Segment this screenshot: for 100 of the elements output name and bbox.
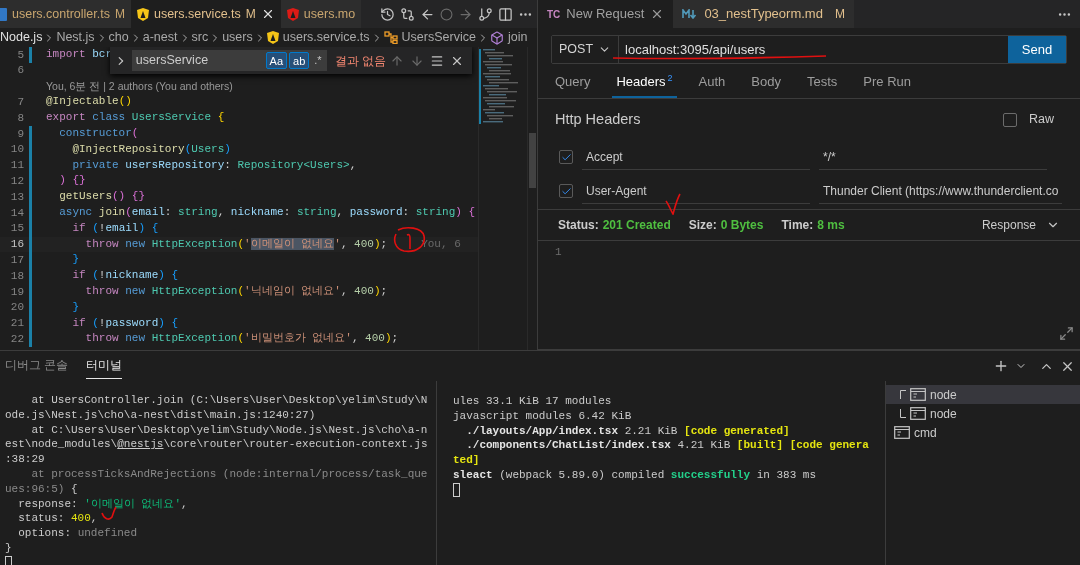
header-name-field[interactable]: User-Agent (582, 178, 810, 204)
line-number: 12 (9, 174, 24, 190)
client-tab[interactable]: TC New Request (538, 0, 674, 28)
terminal-line: ules 33.1 KiB 17 modules (453, 394, 612, 409)
line-number: 6 (16, 63, 24, 79)
code-line: async join(email: string, nickname: string, password: string) { (58, 204, 476, 220)
line-number: 17 (9, 253, 24, 268)
breadcrumb-item[interactable]: cho (108, 28, 129, 47)
code-line: private usersRepository: Repository<Users>, (71, 157, 357, 173)
tab-label: New Request (566, 5, 645, 24)
line-number: 19 (9, 284, 24, 300)
code-line: throw new HttpException('이메일이 없네요', 400); (84, 236, 388, 252)
code-line: getUsers() {} (58, 189, 146, 205)
header-value-field[interactable]: */* (819, 144, 1047, 170)
status-label: Size: (688, 217, 717, 234)
line-number: 5 (16, 47, 24, 63)
status-value: 8 ms (817, 217, 845, 234)
line-number: 11 (9, 158, 24, 174)
terminal-line: response: '이메일이 없네요', (17, 496, 188, 512)
tab-label: 03_nestTypeorm.md (704, 5, 823, 24)
request-tab[interactable]: Tests (806, 71, 838, 98)
terminal-line: ./components/ChatList/index.tsx 4.21 KiB [built] [code genera (465, 438, 869, 454)
terminal-line: javascript modules 6.42 KiB (453, 408, 632, 424)
tab-label: users.service.ts (153, 5, 241, 23)
terminal-line: at processTicksAndRejections (node:internal/process/task_que (30, 467, 428, 482)
terminal-list-item[interactable]: node (886, 404, 1080, 423)
terminal-line: :38:29 (5, 452, 45, 467)
status-label: Time: (781, 217, 814, 234)
client-tab[interactable]: 03_nestTypeorm.md M (673, 0, 854, 28)
terminal-line: at UsersController.join (C:\Users\User\Desktop\yelim\Study\N (30, 393, 428, 408)
line-number: 16 (9, 237, 24, 253)
code-line: } (71, 299, 79, 315)
request-tab[interactable]: Pre Run (863, 71, 911, 98)
find-option-toggle[interactable]: .* (311, 52, 325, 69)
raw-label: Raw (1029, 111, 1054, 129)
editor-tab[interactable]: users.controller.ts M (0, 0, 131, 28)
breadcrumb-item[interactable]: join (507, 28, 528, 47)
tab-label: users.mo (303, 5, 356, 23)
line-number: 18 (9, 268, 24, 284)
line-number: 20 (9, 300, 24, 316)
code-line: export class UsersService { (46, 110, 225, 126)
find-input[interactable]: usersService Aa ab .* (131, 50, 327, 71)
terminal-line: options: undefined (17, 526, 138, 541)
terminal-line: at C:\Users\User\Desktop\yelim\Study\Node.js\Nest.js\cho\a-n (30, 422, 428, 438)
terminal-line: ./layouts/App/index.tsx 2.21 KiB [code generated] (465, 423, 790, 439)
editor-tab[interactable]: users.service.ts M (130, 0, 281, 28)
line-number: 13 (9, 189, 24, 205)
breadcrumb-item[interactable]: a-nest (142, 28, 178, 47)
terminal-line: ues:96:5) { (5, 481, 78, 497)
line-number: 1 (554, 245, 563, 260)
find-option-toggle[interactable]: Aa (265, 52, 288, 69)
terminal-line: ted] (453, 453, 480, 468)
code-line: if (!password) { (71, 315, 179, 331)
status-value: 201 Created (602, 217, 671, 234)
editor-tab[interactable]: users.mo (280, 0, 362, 28)
panel-tab[interactable]: 디버그 콘솔 (5, 353, 69, 379)
find-option-toggle[interactable]: ab (289, 52, 310, 69)
line-number: 10 (9, 142, 24, 158)
breadcrumb-item[interactable]: src (191, 28, 209, 47)
breadcrumb-item[interactable]: users.service.ts (282, 28, 370, 47)
terminal-list-item[interactable]: node (886, 385, 1080, 404)
code-line: throw new HttpException('비밀번호가 없네요', 400); (84, 331, 399, 347)
code-line: } (71, 252, 79, 268)
panel-tab[interactable]: 터미널 (86, 353, 123, 379)
terminal-line: est\node_modules\@nestjs\core\router\router-execution-context.js (5, 437, 428, 453)
header-name-field[interactable]: Accept (582, 144, 810, 170)
code-line: if (!nickname) { (71, 268, 179, 284)
breadcrumb-item[interactable]: Nest.js (56, 28, 95, 47)
breadcrumb-item[interactable]: Node.js (0, 28, 43, 47)
request-tab[interactable]: Query (555, 71, 591, 98)
code-line: constructor( (58, 126, 139, 141)
tab-label: users.controller.ts (12, 5, 110, 23)
modified-status: M (834, 6, 845, 23)
code-line: if (!email) { (71, 220, 159, 236)
line-number: 21 (9, 316, 24, 332)
request-tab[interactable]: Body (751, 71, 781, 98)
blame-annotation: You, 6 (421, 237, 461, 253)
response-view-select[interactable]: Response (981, 216, 1060, 234)
code-line: @Injectable() (46, 94, 132, 110)
header-value-field[interactable]: Thunder Client (https://www.thunderclient.co (819, 178, 1063, 204)
code-line: import bcr (46, 47, 113, 62)
line-number: 8 (16, 110, 24, 126)
line-number: 7 (16, 95, 24, 111)
code-line: throw new HttpException('닉네임이 없네요', 400); (84, 283, 388, 299)
terminal-line: ode.js\Nest.js\cho\a-nest\dist\main.js:1240:27) (5, 407, 316, 423)
breadcrumb-item[interactable]: UsersService (401, 28, 476, 47)
status-value: 0 Bytes (720, 217, 764, 234)
breadcrumb-item[interactable]: users (222, 28, 253, 47)
line-number: 22 (9, 332, 24, 347)
status-label: Status: (558, 217, 599, 234)
modified-status: M (245, 6, 256, 23)
request-tab[interactable]: Headers$^{2}$ (612, 71, 677, 98)
code-line: @InjectRepository(Users) (71, 141, 231, 157)
codelens-text[interactable]: You, 6분 전 | 2 authors (You and others) (46, 78, 233, 95)
client-logo: TC (547, 7, 561, 22)
modified-status: M (114, 6, 125, 23)
terminal-line: sleact (webpack 5.89.0) compiled successfully in 383 ms (453, 468, 817, 483)
request-tab[interactable]: Auth (698, 71, 726, 98)
line-number: 9 (16, 126, 24, 142)
terminal-list-item[interactable]: cmd (886, 423, 1080, 442)
